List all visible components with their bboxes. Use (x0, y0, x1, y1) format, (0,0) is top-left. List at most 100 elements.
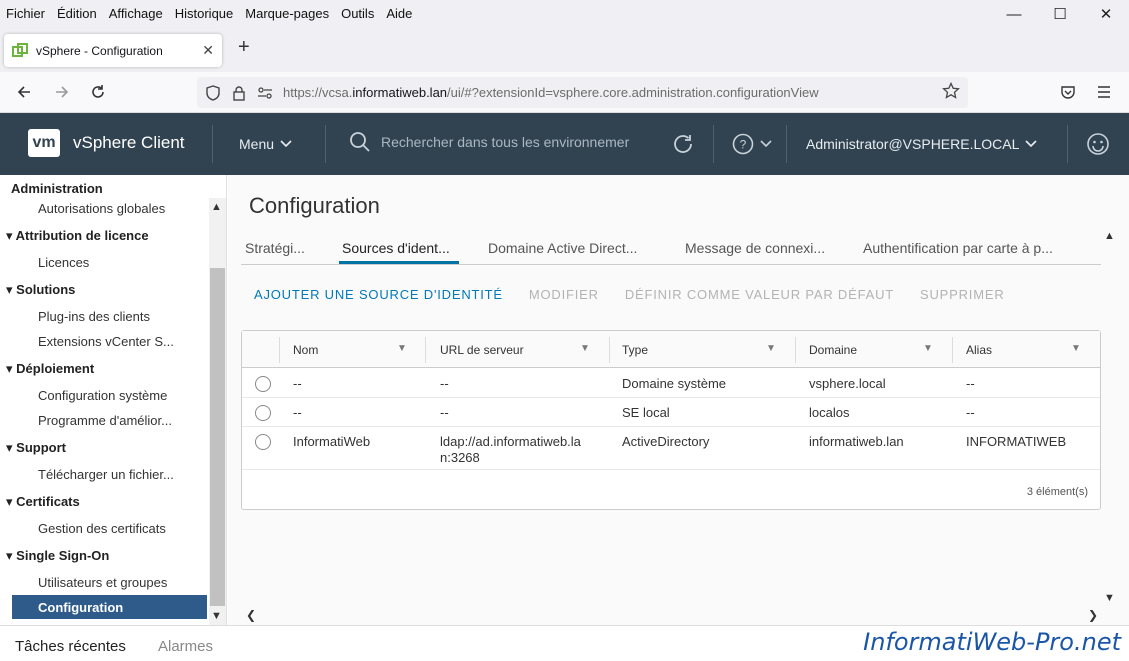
add-identity-source-button[interactable]: AJOUTER UNE SOURCE D'IDENTITÉ (254, 287, 503, 302)
help-dropdown[interactable]: ? (732, 133, 772, 155)
cell-nom: InformatiWeb (293, 434, 371, 449)
tab-authentification-carte[interactable]: Authentification par carte à p... (863, 240, 1053, 256)
item-count: 3 élément(s) (1026, 486, 1088, 498)
alarms-tab[interactable]: Alarmes (158, 638, 213, 655)
bookmark-star-icon[interactable] (942, 81, 960, 103)
sidebar-item-telecharger-fichier[interactable]: Télécharger un fichier... (38, 467, 174, 482)
sidebar-group-support[interactable]: ▾ Support (6, 440, 66, 456)
nav-bar: https://vcsa.informatiweb.lan/ui/#?exten… (0, 72, 1129, 113)
permissions-icon[interactable] (255, 86, 275, 100)
pocket-icon[interactable] (1056, 80, 1080, 104)
edit-button[interactable]: MODIFIER (529, 287, 599, 302)
user-dropdown[interactable]: Administrator@VSPHERE.LOCAL (806, 136, 1037, 152)
sidebar-item-plugins-clients[interactable]: Plug-ins des clients (38, 309, 150, 324)
cell-url: ldap://ad.informatiweb.la (440, 434, 581, 449)
sidebar-item-autorisations-globales[interactable]: Autorisations globales (38, 201, 165, 216)
scroll-up-icon[interactable]: ▲ (1104, 230, 1115, 242)
chevron-down-icon (1025, 140, 1037, 148)
scroll-down-icon[interactable]: ▼ (1104, 592, 1115, 604)
maximize-icon[interactable]: ☐ (1037, 0, 1083, 28)
menu-outils[interactable]: Outils (335, 6, 380, 21)
sidebar-group-label: Attribution de licence (15, 228, 149, 243)
column-header-alias[interactable]: Alias (966, 343, 992, 357)
recent-tasks-tab[interactable]: Tâches récentes (15, 638, 126, 655)
feedback-smiley-icon[interactable] (1086, 132, 1110, 159)
cell-type: Domaine système (622, 376, 727, 391)
hamburger-menu-icon[interactable] (1092, 80, 1116, 104)
menu-dropdown[interactable]: Menu (239, 136, 292, 152)
global-search[interactable]: Rechercher dans tous les environnemer (349, 131, 629, 153)
scroll-up-icon[interactable]: ▲ (211, 201, 222, 213)
sidebar-group-deploiement[interactable]: ▾ Déploiement (6, 361, 94, 377)
sidebar-item-configuration-systeme[interactable]: Configuration système (38, 388, 167, 403)
app-title[interactable]: vSphere Client (73, 133, 185, 153)
row-radio[interactable] (255, 405, 271, 421)
menu-edition[interactable]: Édition (51, 6, 103, 21)
forward-icon[interactable] (50, 80, 74, 104)
filter-icon[interactable]: ▼ (766, 343, 776, 354)
sidebar-item-utilisateurs-groupes[interactable]: Utilisateurs et groupes (38, 575, 167, 590)
row-radio[interactable] (255, 376, 271, 392)
tab-strategie[interactable]: Stratégi... (245, 240, 305, 256)
minimize-icon[interactable]: — (991, 0, 1037, 28)
url-bar[interactable]: https://vcsa.informatiweb.lan/ui/#?exten… (197, 77, 968, 108)
refresh-icon[interactable] (671, 132, 695, 159)
close-tab-icon[interactable]: ✕ (202, 42, 214, 59)
action-bar: AJOUTER UNE SOURCE D'IDENTITÉ MODIFIER D… (254, 287, 1005, 302)
table-row[interactable]: -- -- Domaine système vsphere.local -- (242, 369, 1100, 398)
tab-title: vSphere - Configuration (36, 43, 163, 58)
sidebar-scroll-thumb[interactable] (210, 268, 225, 606)
table-row[interactable]: InformatiWeb ldap://ad.informatiweb.la n… (242, 427, 1100, 470)
sidebar-item-programme-amelioration[interactable]: Programme d'amélior... (38, 413, 172, 428)
column-header-domaine[interactable]: Domaine (809, 343, 857, 357)
filter-icon[interactable]: ▼ (1071, 343, 1081, 354)
sidebar-group-single-sign-on[interactable]: ▾ Single Sign-On (6, 548, 109, 564)
filter-icon[interactable]: ▼ (923, 343, 933, 354)
scroll-down-icon[interactable]: ▼ (211, 610, 222, 622)
row-radio[interactable] (255, 434, 271, 450)
menu-historique[interactable]: Historique (169, 6, 240, 21)
delete-button[interactable]: SUPPRIMER (920, 287, 1005, 302)
scroll-right-icon[interactable]: ❯ (1088, 608, 1098, 622)
menu-fichier[interactable]: Fichier (0, 6, 51, 21)
cell-url-continued: n:3268 (440, 450, 480, 465)
sidebar-group-certificats[interactable]: ▾ Certificats (6, 494, 80, 510)
url-domain: informatiweb.lan (352, 85, 448, 100)
menu-marque-pages[interactable]: Marque-pages (239, 6, 335, 21)
set-default-button[interactable]: DÉFINIR COMME VALEUR PAR DÉFAUT (625, 287, 894, 302)
chevron-down-icon: ▾ (6, 548, 13, 563)
column-header-url[interactable]: URL de serveur (440, 343, 524, 357)
close-window-icon[interactable]: ✕ (1083, 0, 1129, 28)
column-separator (795, 337, 796, 363)
filter-icon[interactable]: ▼ (580, 343, 590, 354)
table-row[interactable]: -- -- SE local localos -- (242, 398, 1100, 427)
new-tab-icon[interactable]: + (238, 36, 250, 59)
tab-domaine-active-directory[interactable]: Domaine Active Direct... (488, 240, 637, 256)
config-tabs: Stratégi... Sources d'ident... Domaine A… (241, 237, 1101, 265)
menu-aide[interactable]: Aide (380, 6, 418, 21)
column-separator (609, 337, 610, 363)
url-suffix: /ui/#?extensionId=vsphere.core.administr… (447, 85, 819, 100)
sidebar-group-attribution-de-licence[interactable]: ▾ Attribution de licence (6, 228, 149, 244)
sidebar-item-extensions-vcenter[interactable]: Extensions vCenter S... (38, 334, 174, 349)
sidebar-group-solutions[interactable]: ▾ Solutions (6, 282, 75, 298)
vm-logo[interactable]: vm (28, 129, 60, 157)
menu-affichage[interactable]: Affichage (103, 6, 169, 21)
back-icon[interactable] (12, 80, 36, 104)
filter-icon[interactable]: ▼ (397, 343, 407, 354)
column-header-nom[interactable]: Nom (293, 343, 318, 357)
user-name: Administrator@VSPHERE.LOCAL (806, 136, 1020, 152)
sidebar-group-label: Solutions (16, 282, 76, 297)
scroll-left-icon[interactable]: ❮ (246, 608, 256, 622)
sidebar-item-gestion-certificats[interactable]: Gestion des certificats (38, 521, 166, 536)
shield-icon[interactable] (203, 84, 223, 101)
sidebar-item-configuration[interactable]: Configuration (12, 595, 207, 619)
sidebar-item-licences[interactable]: Licences (38, 255, 89, 270)
lock-icon[interactable] (229, 85, 249, 101)
reload-icon[interactable] (86, 80, 110, 104)
tab-sources-identite[interactable]: Sources d'ident... (342, 240, 450, 256)
browser-tab[interactable]: vSphere - Configuration ✕ (4, 34, 222, 67)
column-header-type[interactable]: Type (622, 343, 648, 357)
cell-nom: -- (293, 376, 302, 391)
tab-message-connexion[interactable]: Message de connexi... (685, 240, 825, 256)
